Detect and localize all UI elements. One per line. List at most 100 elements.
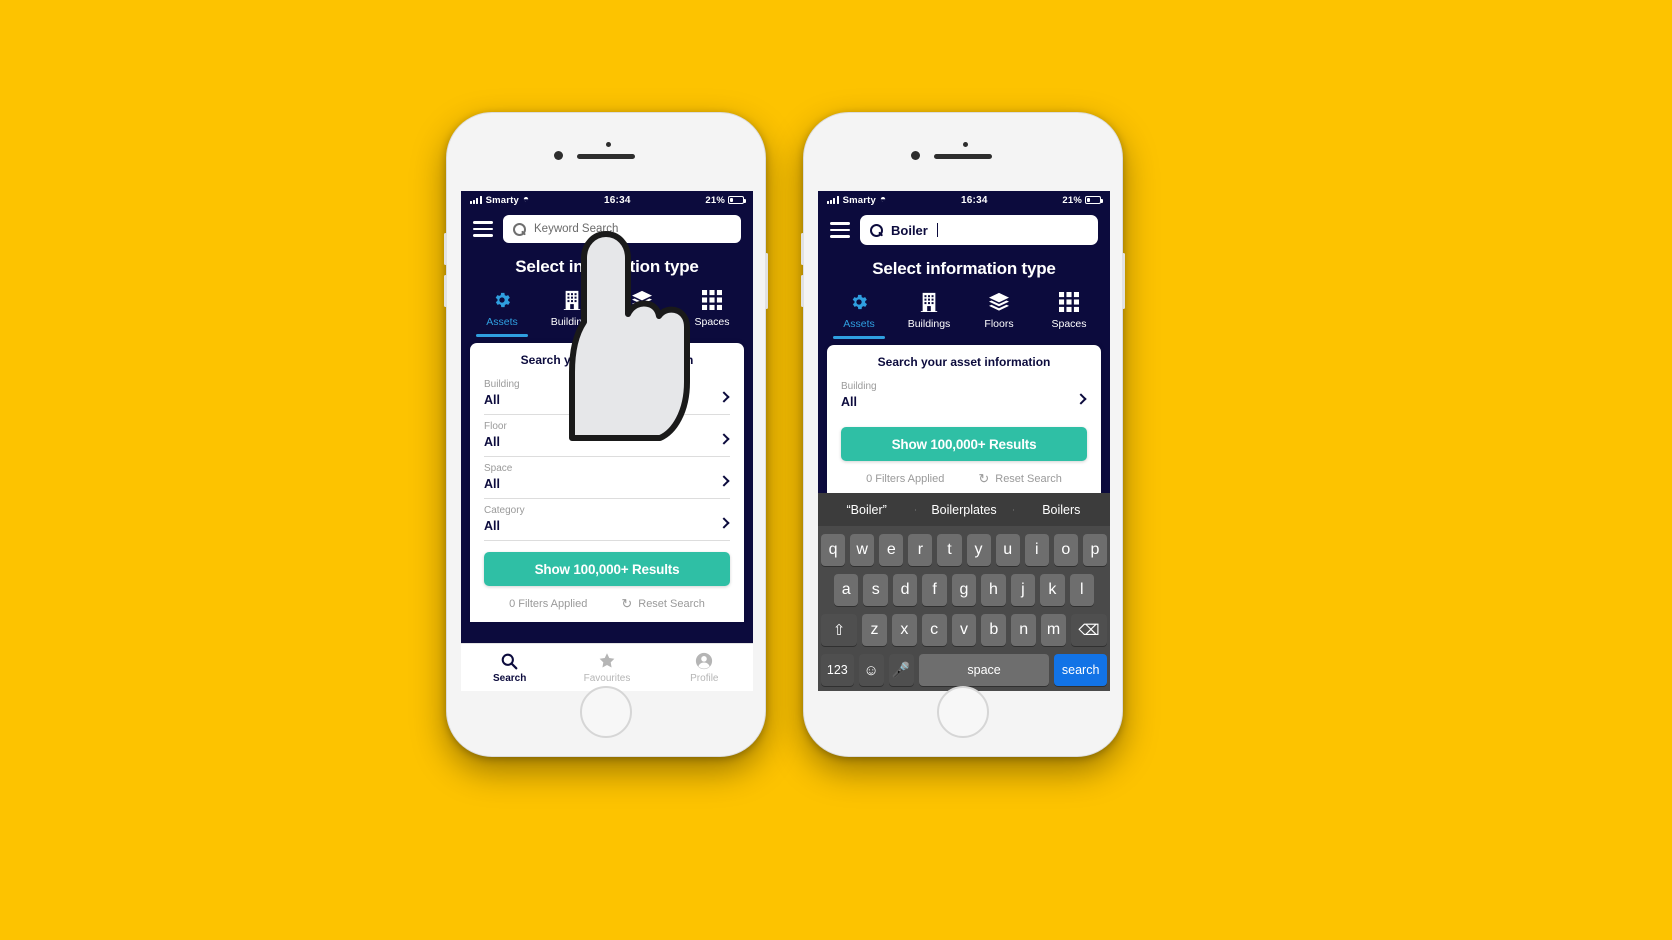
on-screen-keyboard: “Boiler” Boilerplates Boilers q w e r t …: [818, 493, 1110, 691]
home-button[interactable]: [937, 686, 989, 738]
key-s[interactable]: s: [863, 574, 888, 606]
bottom-tab-favourites-label: Favourites: [583, 672, 631, 684]
star-icon: [558, 652, 655, 671]
key-j[interactable]: j: [1010, 574, 1036, 606]
earpiece-speaker: [934, 154, 992, 159]
key-b[interactable]: b: [981, 614, 1007, 646]
tab-floors[interactable]: Floors: [607, 289, 677, 337]
key-w[interactable]: w: [850, 534, 875, 566]
filter-row-category[interactable]: Category All: [484, 499, 730, 541]
filter-row-floor[interactable]: Floor All: [484, 415, 730, 457]
tab-buildings-label: Buildings: [907, 318, 951, 330]
reset-search-button[interactable]: ↻ Reset Search: [621, 597, 705, 610]
filter-list: Building All Floor All Space All Categor…: [470, 373, 744, 541]
key-h[interactable]: h: [981, 574, 1006, 606]
tab-buildings[interactable]: Buildings: [537, 289, 607, 337]
key-y[interactable]: y: [966, 534, 991, 566]
hamburger-menu-icon[interactable]: [830, 222, 850, 238]
key-p[interactable]: p: [1082, 534, 1107, 566]
hamburger-menu-icon[interactable]: [473, 221, 493, 237]
microphone-icon[interactable]: 🎤: [888, 654, 914, 686]
battery-percent: 21%: [705, 194, 725, 206]
volume-up-button[interactable]: [801, 233, 804, 265]
bottom-tab-search[interactable]: Search: [461, 652, 558, 684]
power-button[interactable]: [765, 253, 768, 309]
volume-up-button[interactable]: [444, 233, 447, 265]
filters-applied-label: 0 Filters Applied: [509, 597, 588, 610]
volume-down-button[interactable]: [801, 275, 804, 307]
tab-floors-label: Floors: [627, 316, 657, 328]
power-button[interactable]: [1122, 253, 1125, 309]
key-a[interactable]: a: [834, 574, 859, 606]
tab-floors-label: Floors: [984, 318, 1014, 330]
show-results-button[interactable]: Show 100,000+ Results: [484, 552, 730, 586]
key-m[interactable]: m: [1041, 614, 1066, 646]
reset-search-button[interactable]: ↻ Reset Search: [978, 472, 1062, 485]
filter-row-space[interactable]: Space All: [484, 457, 730, 499]
key-o[interactable]: o: [1053, 534, 1078, 566]
key-z[interactable]: z: [862, 614, 887, 646]
key-f[interactable]: f: [922, 574, 947, 606]
screenshot-stage: Smarty ◓ 16:34 21% Keyword Search Select…: [0, 0, 1672, 940]
tab-buildings-label: Buildings: [550, 316, 594, 328]
filter-row-building[interactable]: Building All: [841, 375, 1087, 416]
search-input[interactable]: Boiler: [860, 215, 1098, 245]
tab-assets-label: Assets: [843, 318, 875, 330]
search-placeholder: Keyword Search: [534, 223, 619, 235]
key-d[interactable]: d: [892, 574, 918, 606]
filter-label: Building: [484, 379, 520, 390]
bottom-tab-favourites[interactable]: Favourites: [558, 652, 655, 684]
search-icon: [461, 652, 558, 671]
status-time: 16:34: [604, 194, 631, 206]
bottom-tab-profile-label: Profile: [690, 672, 719, 684]
search-key[interactable]: search: [1054, 654, 1107, 686]
space-key[interactable]: space: [918, 654, 1050, 686]
key-x[interactable]: x: [891, 614, 917, 646]
key-r[interactable]: r: [908, 534, 933, 566]
card-footer: 0 Filters Applied ↻ Reset Search: [470, 586, 744, 622]
suggestion-1[interactable]: Boilerplates: [915, 503, 1012, 517]
tab-spaces[interactable]: Spaces: [677, 289, 747, 337]
gear-icon: [824, 291, 894, 313]
tab-assets[interactable]: Assets: [467, 289, 537, 337]
key-g[interactable]: g: [951, 574, 977, 606]
key-k[interactable]: k: [1040, 574, 1065, 606]
information-type-tabs: Assets Buildings Floors Spaces: [461, 289, 753, 337]
front-camera: [963, 142, 968, 147]
suggestion-2[interactable]: Boilers: [1012, 503, 1110, 517]
key-e[interactable]: e: [879, 534, 904, 566]
emoji-icon[interactable]: ☺: [858, 654, 884, 686]
key-v[interactable]: v: [951, 614, 977, 646]
key-i[interactable]: i: [1024, 534, 1049, 566]
numbers-key[interactable]: 123: [821, 654, 854, 686]
key-c[interactable]: c: [921, 614, 947, 646]
search-card: Search your asset information Building A…: [827, 345, 1101, 497]
tab-assets[interactable]: Assets: [824, 291, 894, 339]
tab-buildings[interactable]: Buildings: [894, 291, 964, 339]
filter-label: Space: [484, 463, 513, 474]
text-caret: [936, 223, 939, 237]
bottom-tab-profile[interactable]: Profile: [656, 652, 753, 684]
volume-down-button[interactable]: [444, 275, 447, 307]
tab-spaces[interactable]: Spaces: [1034, 291, 1104, 339]
filters-applied-label: 0 Filters Applied: [866, 472, 945, 485]
shift-icon[interactable]: ⇧: [821, 614, 858, 646]
key-n[interactable]: n: [1011, 614, 1037, 646]
tab-floors[interactable]: Floors: [964, 291, 1034, 339]
layers-icon: [607, 289, 677, 311]
filter-row-building[interactable]: Building All: [484, 373, 730, 415]
key-l[interactable]: l: [1069, 574, 1094, 606]
suggestion-0[interactable]: “Boiler”: [818, 503, 915, 517]
filter-value: All: [841, 395, 857, 409]
key-t[interactable]: t: [937, 534, 962, 566]
gear-icon: [467, 289, 537, 311]
key-u[interactable]: u: [995, 534, 1020, 566]
home-button[interactable]: [580, 686, 632, 738]
search-input[interactable]: Keyword Search: [503, 215, 741, 243]
carrier-label: Smarty: [485, 194, 519, 206]
page-title: Select information type: [515, 257, 699, 276]
show-results-button[interactable]: Show 100,000+ Results: [841, 427, 1087, 461]
filter-label: Category: [484, 505, 525, 516]
backspace-icon[interactable]: ⌫: [1070, 614, 1107, 646]
key-q[interactable]: q: [821, 534, 846, 566]
